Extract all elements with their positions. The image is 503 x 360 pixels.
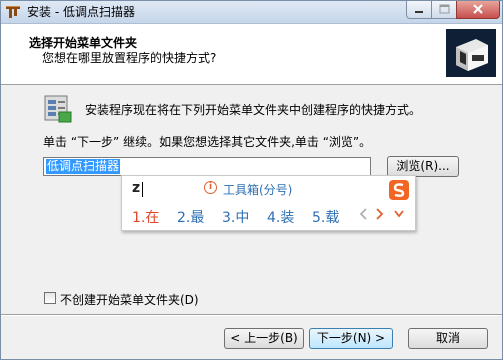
instruction-text: 单击 “下一步” 继续。如果您想选择其它文件夹,单击 “浏览”。 xyxy=(43,135,372,149)
ime-prev-page-icon[interactable] xyxy=(358,205,370,223)
no-start-menu-folder-label[interactable]: 不创建开始菜单文件夹(D) xyxy=(60,291,199,308)
description-text: 安装程序现在将在下列开始菜单文件夹中创建程序的快捷方式。 xyxy=(85,103,422,117)
start-menu-folder-input[interactable]: 低调点扫描器 xyxy=(43,157,371,176)
maximize-icon xyxy=(439,4,450,14)
browse-button[interactable]: 浏览(R)... xyxy=(387,156,459,177)
title-bar[interactable]: 安装 - 低调点扫描器 xyxy=(1,1,502,24)
close-button[interactable] xyxy=(456,1,500,19)
cancel-button[interactable]: 取消 xyxy=(408,328,488,349)
ime-caret xyxy=(142,182,143,197)
page-subtitle: 您想在哪里放置程序的快捷方式? xyxy=(42,51,217,65)
folder-input-value: 低调点扫描器 xyxy=(46,159,121,174)
no-start-menu-folder-checkbox[interactable] xyxy=(44,292,56,304)
installer-window: 安装 - 低调点扫描器 选择开始菜单文件夹 您想在哪里放置程序的快捷方式? 安装… xyxy=(0,0,503,360)
ime-candidate-1[interactable]: 1.在 xyxy=(132,207,159,227)
ime-candidate-5[interactable]: 5.载 xyxy=(312,207,339,227)
ime-candidate-4[interactable]: 4.装 xyxy=(267,207,294,227)
back-button[interactable]: < 上一步(B) xyxy=(224,328,304,349)
ime-hint-text[interactable]: 工具箱(分号) xyxy=(223,181,292,198)
installer-app-icon xyxy=(6,6,20,18)
close-icon xyxy=(473,4,483,14)
minimize-icon xyxy=(415,11,423,13)
wizard-header: 选择开始菜单文件夹 您想在哪里放置程序的快捷方式? xyxy=(1,24,502,85)
ime-candidate-3[interactable]: 3.中 xyxy=(222,207,249,227)
sogou-s-logo-icon xyxy=(389,180,409,200)
window-title: 安装 - 低调点扫描器 xyxy=(27,5,135,19)
start-menu-folder-icon xyxy=(44,95,72,123)
ime-next-page-icon[interactable] xyxy=(373,205,385,223)
maximize-button[interactable] xyxy=(431,1,457,19)
minimize-button[interactable] xyxy=(406,1,432,19)
ime-candidate-window: z i 工具箱(分号) 1.在 2.最 3.中 4.装 5.载 xyxy=(121,175,416,231)
ime-candidate-2[interactable]: 2.最 xyxy=(177,207,204,227)
ime-expand-icon[interactable] xyxy=(392,205,406,223)
ime-composition-text: z xyxy=(132,180,141,196)
info-circle-icon: i xyxy=(204,181,217,194)
footer-divider xyxy=(1,314,502,315)
next-button[interactable]: 下一步(N) > xyxy=(309,328,393,349)
scanner-logo-icon xyxy=(446,29,496,77)
